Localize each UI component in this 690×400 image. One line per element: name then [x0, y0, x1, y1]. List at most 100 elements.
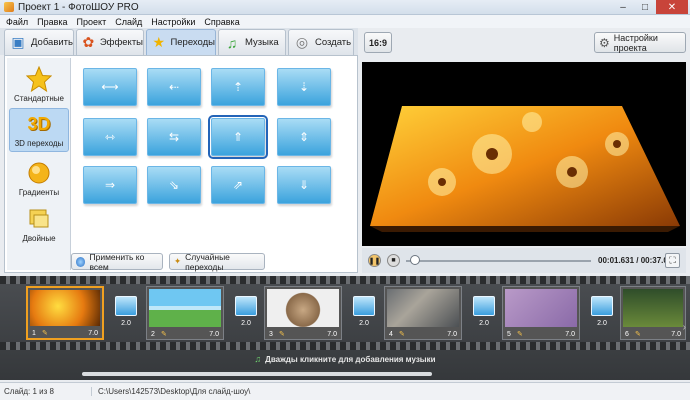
transition-thumb[interactable]: ⇿ — [83, 118, 137, 156]
transition-thumb[interactable]: ⇠ — [147, 68, 201, 106]
tab-create[interactable]: ◎ Создать — [288, 29, 354, 55]
transition-thumb[interactable]: ⇘ — [147, 166, 201, 204]
tab-transitions[interactable]: ★ Переходы — [146, 29, 216, 55]
transition-grid: ⟷ ⇠ ⇡ ⇣ ⇿ ⇆ ⇑ ⇕ ⇒ ⇘ ⇗ ⇓ — [81, 66, 351, 242]
heart-transition-icon — [591, 296, 613, 316]
transition-thumb[interactable]: ⇣ — [277, 68, 331, 106]
slide-thumb-6[interactable]: 6 ✎ 7.0 — [620, 286, 686, 340]
timeline-scrollbar[interactable] — [82, 372, 432, 376]
category-list: Стандартные 3D 3D переходы Градиенты Дво… — [7, 58, 71, 270]
transition-thumb[interactable]: ⇗ — [211, 166, 265, 204]
menu-settings[interactable]: Настройки — [151, 17, 195, 27]
app-icon — [4, 2, 14, 12]
slide-image — [30, 290, 100, 326]
preview-canvas — [362, 62, 686, 246]
transition-slot[interactable]: 2.0 — [350, 296, 378, 332]
apply-to-all-button[interactable]: Применить ко всем — [71, 252, 163, 272]
slide-thumb-2[interactable]: 2 ✎ 7.0 — [146, 286, 224, 340]
pause-button[interactable]: ❚❚ — [368, 254, 381, 267]
transition-icon — [235, 296, 257, 316]
transition-icon — [473, 296, 495, 316]
project-settings-button[interactable]: ⚙ Настройки проекта — [594, 32, 686, 53]
transition-icon — [353, 296, 375, 316]
add-photo-icon: ▣ — [11, 34, 25, 50]
slide-image — [267, 289, 339, 327]
film-strip-bottom — [0, 342, 690, 350]
tab-effects[interactable]: ✿ Эффекты — [76, 29, 144, 55]
transition-thumb[interactable]: ⇕ — [277, 118, 331, 156]
transition-slot[interactable]: 2.0 — [112, 296, 140, 332]
aspect-ratio-button[interactable]: 16:9 — [364, 32, 392, 53]
music-note-icon: ♫ — [254, 354, 262, 364]
category-3d[interactable]: 3D 3D переходы — [9, 108, 69, 152]
slide-image — [623, 289, 683, 327]
menu-help[interactable]: Справка — [204, 17, 239, 27]
film-strip-top — [0, 276, 690, 284]
fullscreen-icon[interactable]: ⛶ — [665, 253, 680, 268]
transition-thumb[interactable]: ⇡ — [211, 68, 265, 106]
slide-thumb-1[interactable]: 1 ✎ 7.0 — [26, 286, 104, 340]
stop-button[interactable]: ■ — [387, 254, 400, 267]
menu-bar: Файл Правка Проект Слайд Настройки Справ… — [0, 15, 690, 28]
edit-icon[interactable]: ✎ — [635, 330, 641, 338]
transition-icon — [115, 296, 137, 316]
film-reel-icon: ◎ — [295, 34, 309, 50]
folder-path: C:\Users\142573\Desktop\Для слайд-шоу\ — [98, 387, 251, 396]
timeline: 1 ✎ 7.0 2.0 2 ✎ 7.0 2.0 3 ✎ 7.0 2.0 4 ✎ … — [0, 276, 690, 380]
close-icon[interactable]: ✕ — [656, 0, 688, 14]
tab-music[interactable]: ♫ Музыка — [218, 29, 286, 55]
menu-project[interactable]: Проект — [77, 17, 107, 27]
transition-thumb-selected[interactable]: ⇑ — [208, 115, 268, 159]
slide-image — [149, 289, 221, 327]
window-title: Проект 1 - ФотоШОУ PRO — [18, 1, 139, 13]
title-bar: Проект 1 - ФотоШОУ PRO – □ ✕ — [0, 0, 690, 15]
transitions-panel: Стандартные 3D 3D переходы Градиенты Дво… — [4, 55, 358, 273]
edit-icon[interactable]: ✎ — [399, 330, 405, 338]
double-note-icon — [26, 206, 52, 232]
edit-icon[interactable]: ✎ — [42, 329, 48, 337]
seek-knob[interactable] — [410, 255, 420, 265]
slide-thumb-3[interactable]: 3 ✎ 7.0 — [264, 286, 342, 340]
edit-icon[interactable]: ✎ — [161, 330, 167, 338]
star-icon — [26, 66, 52, 92]
palette-icon: ✿ — [82, 34, 95, 50]
transition-thumb[interactable]: ⟷ — [83, 68, 137, 106]
status-bar: Слайд: 1 из 8 C:\Users\142573\Desktop\Дл… — [0, 382, 690, 400]
category-double[interactable]: Двойные — [9, 202, 69, 246]
edit-icon[interactable]: ✎ — [517, 330, 523, 338]
tab-add[interactable]: ▣ Добавить — [4, 29, 74, 55]
gradient-ball-icon — [26, 160, 52, 186]
player-controls: ❚❚ ■ 00:01.631 / 00:37.000 ⛶ — [362, 248, 686, 273]
slide-image — [387, 289, 459, 327]
transition-thumb[interactable]: ⇓ — [277, 166, 331, 204]
category-gradients[interactable]: Градиенты — [9, 156, 69, 200]
maximize-icon[interactable]: □ — [634, 0, 656, 14]
globe-icon — [76, 256, 86, 267]
seek-bar[interactable] — [406, 260, 591, 262]
chevron-right-icon[interactable]: › — [683, 322, 686, 333]
magic-wand-icon: ✦ — [174, 256, 182, 266]
edit-icon[interactable]: ✎ — [279, 330, 285, 338]
main-tabs: ▣ Добавить ✿ Эффекты ★ Переходы ♫ Музыка… — [0, 28, 358, 55]
star-icon: ★ — [152, 34, 165, 50]
gear-icon: ⚙ — [599, 35, 610, 50]
transition-slot[interactable]: 2.0 — [232, 296, 260, 332]
music-note-icon: ♫ — [226, 34, 238, 51]
3d-icon: 3D — [27, 113, 51, 134]
window-controls: – □ ✕ — [612, 0, 688, 14]
slide-thumb-5[interactable]: 5 ✎ 7.0 — [502, 286, 580, 340]
slide-counter: Слайд: 1 из 8 — [0, 387, 92, 396]
transition-slot[interactable]: 2.0 — [588, 296, 616, 332]
category-standard[interactable]: Стандартные — [9, 62, 69, 106]
random-transitions-button[interactable]: ✦ Случайные переходы — [169, 252, 265, 272]
slide-thumb-4[interactable]: 4 ✎ 7.0 — [384, 286, 462, 340]
minimize-icon[interactable]: – — [612, 0, 634, 14]
transition-thumb[interactable]: ⇆ — [147, 118, 201, 156]
transition-slot[interactable]: 2.0 — [470, 296, 498, 332]
menu-edit[interactable]: Правка — [37, 17, 67, 27]
menu-slide[interactable]: Слайд — [115, 17, 142, 27]
preview-image — [370, 106, 680, 232]
transition-thumb[interactable]: ⇒ — [83, 166, 137, 204]
music-track[interactable]: ♫ Дважды кликните для добавления музыки — [0, 352, 690, 366]
menu-file[interactable]: Файл — [6, 17, 28, 27]
